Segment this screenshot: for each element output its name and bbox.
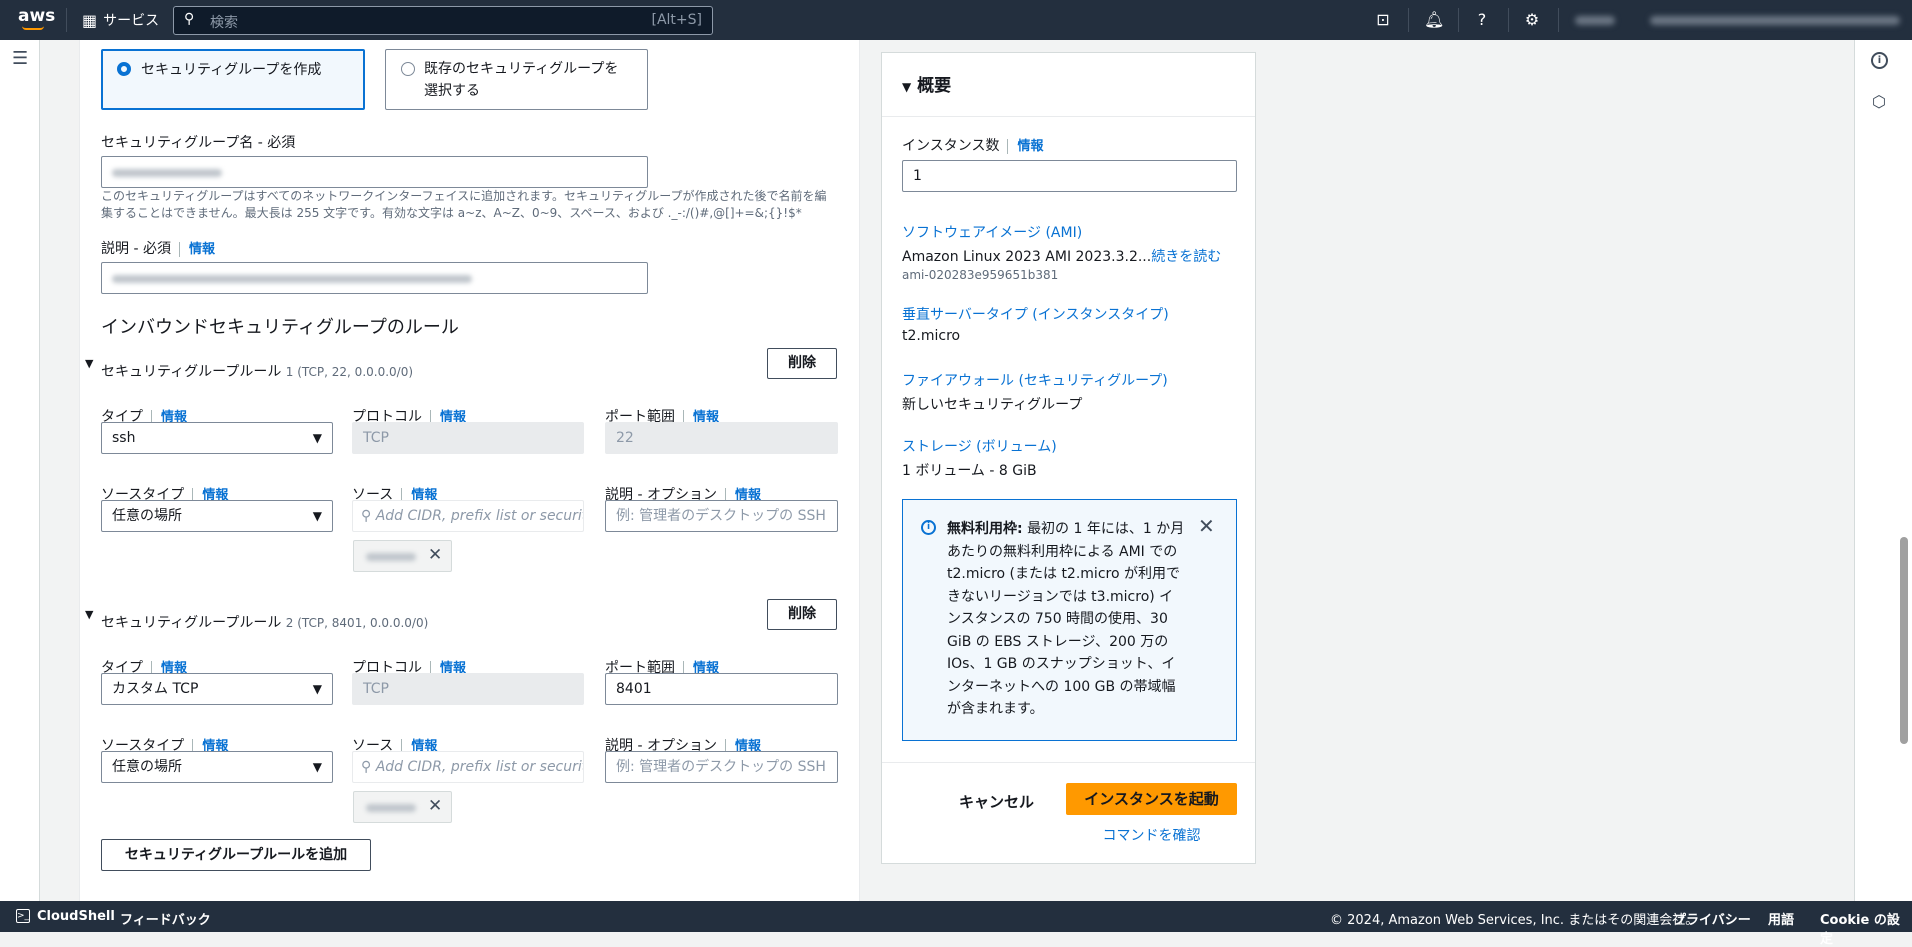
close-icon[interactable]: ✕	[1198, 514, 1215, 538]
search-shortcut: [Alt+S]	[651, 12, 703, 28]
add-rule-button[interactable]: セキュリティグループルールを追加	[101, 839, 371, 871]
right-tools-rail: i ⬡	[1854, 40, 1912, 901]
rule-description-input[interactable]: 例: 管理者のデスクトップの SSH	[605, 500, 838, 532]
ami-id: ami-020283e959651b381	[902, 268, 1059, 282]
source-input[interactable]: ⚲ Add CIDR, prefix list or security	[352, 751, 584, 783]
source-type-select[interactable]: 任意の場所 ▼	[101, 751, 333, 783]
cloudshell-link[interactable]: CloudShell	[37, 909, 115, 924]
summary-panel: ▼ 概要 インスタンス数 情報 1 ソフトウェアイメージ (AMI) Amazon…	[881, 52, 1256, 864]
settings-gear-icon[interactable]: ⚙	[1522, 10, 1542, 29]
port-range-input[interactable]: 8401	[605, 673, 838, 705]
rule-title: セキュリティグループルール	[101, 615, 282, 631]
read-more-link[interactable]: 続きを読む	[1151, 249, 1221, 265]
cancel-button[interactable]: キャンセル	[959, 791, 1034, 812]
instance-type-link[interactable]: 垂直サーバータイプ (インスタンスタイプ)	[902, 304, 1169, 324]
radio-label: セキュリティグループを作成	[141, 62, 322, 78]
info-link[interactable]: 情報	[1007, 139, 1044, 154]
cloudshell-icon[interactable]: ⊡	[1373, 10, 1393, 29]
info-link[interactable]: 情報	[178, 242, 215, 257]
delete-rule-button[interactable]: 削除	[767, 599, 837, 630]
delete-rule-button[interactable]: 削除	[767, 348, 837, 379]
launch-instance-button[interactable]: インスタンスを起動	[1066, 783, 1237, 815]
caret-down-icon: ▼	[312, 760, 322, 774]
source-input[interactable]: ⚲ Add CIDR, prefix list or security	[352, 500, 584, 532]
sg-name-input[interactable]	[101, 156, 648, 188]
firewall-link[interactable]: ファイアウォール (セキュリティグループ)	[902, 370, 1168, 390]
info-circle-icon: i	[921, 520, 936, 535]
search-icon: ⚲	[361, 759, 376, 775]
caret-down-icon: ▼	[312, 431, 322, 445]
rule-meta: 2 (TCP, 8401, 0.0.0.0/0)	[285, 616, 429, 630]
firewall-value: 新しいセキュリティグループ	[902, 397, 1083, 413]
info-panel-icon[interactable]: i	[1871, 52, 1888, 69]
search-icon: ⚲	[361, 508, 376, 524]
source-cidr-chip: ✕	[353, 540, 452, 572]
ami-link[interactable]: ソフトウェアイメージ (AMI)	[902, 222, 1082, 242]
remove-chip-icon[interactable]: ✕	[428, 796, 442, 816]
scrollbar-thumb[interactable]	[1900, 537, 1908, 744]
notifications-bell-icon[interactable]: 🔔︎	[1424, 10, 1444, 29]
search-icon: ⚲	[184, 11, 195, 27]
ami-value: Amazon Linux 2023 AMI 2023.3.2...続きを読む	[902, 249, 1222, 265]
cookie-settings-link[interactable]: Cookie の設定	[1820, 909, 1912, 947]
caret-down-icon: ▼	[85, 357, 94, 370]
radio-label: 選択する	[424, 83, 480, 99]
menu-hamburger-icon[interactable]: ☰	[12, 48, 28, 69]
cloudshell-icon: >_	[16, 909, 30, 923]
storage-link[interactable]: ストレージ (ボリューム)	[902, 436, 1057, 456]
protocol-input: TCP	[352, 673, 584, 705]
copyright: © 2024, Amazon Web Services, Inc. またはその関…	[1330, 913, 1699, 928]
source-cidr-chip: ✕	[353, 791, 452, 823]
review-commands-link[interactable]: コマンドを確認	[1066, 825, 1237, 845]
hexagon-icon[interactable]: ⬡	[1872, 92, 1886, 111]
radio-create-security-group[interactable]: セキュリティグループを作成	[101, 49, 365, 110]
services-label: サービス	[103, 13, 160, 29]
radio-selected-icon	[117, 62, 131, 76]
port-range-input: 22	[605, 422, 838, 454]
caret-down-icon: ▼	[902, 80, 912, 94]
free-tier-text: 無料利用枠: 最初の 1 年には、1 か月あたりの無料利用枠による AMI での…	[947, 521, 1185, 717]
free-tier-alert: i 無料利用枠: 最初の 1 年には、1 か月あたりの無料利用枠による AMI …	[902, 499, 1237, 741]
search-placeholder: 検索	[210, 15, 238, 31]
footer: >_ CloudShell フィードバック © 2024, Amazon Web…	[0, 901, 1912, 947]
remove-chip-icon[interactable]: ✕	[428, 545, 442, 565]
source-type-select[interactable]: 任意の場所 ▼	[101, 500, 333, 532]
rule-meta: 1 (TCP, 22, 0.0.0.0/0)	[285, 365, 414, 379]
instances-label: インスタンス数 情報	[902, 138, 1044, 154]
description-label: 説明 - 必須 情報	[101, 241, 215, 257]
radio-existing-security-group[interactable]: 既存のセキュリティグループを 選択する	[385, 49, 648, 110]
rule-description-input[interactable]: 例: 管理者のデスクトップの SSH	[605, 751, 838, 783]
sg-name-label: セキュリティグループ名 - 必須	[101, 135, 296, 151]
rule-title: セキュリティグループルール	[101, 364, 282, 380]
instance-type-value: t2.micro	[902, 328, 961, 344]
type-select[interactable]: カスタム TCP ▼	[101, 673, 333, 705]
help-icon[interactable]: ?	[1472, 10, 1492, 29]
storage-value: 1 ボリューム - 8 GiB	[902, 463, 1037, 479]
side-navigation: ☰	[0, 40, 40, 901]
grid-icon: ▦	[82, 10, 98, 30]
privacy-link[interactable]: プライバシー	[1673, 909, 1751, 928]
summary-header[interactable]: ▼ 概要	[902, 71, 951, 96]
inbound-rules-heading: インバウンドセキュリティグループのルール	[101, 317, 459, 338]
account-menu[interactable]	[1650, 16, 1900, 25]
terms-link[interactable]: 用語	[1768, 909, 1794, 928]
top-navigation: aws ▦ サービス ⚲ 検索 [Alt+S] ⊡ 🔔︎ ? ⚙	[0, 0, 1912, 40]
region-menu[interactable]	[1575, 16, 1615, 25]
network-settings-panel: セキュリティグループを作成 既存のセキュリティグループを 選択する セキュリティ…	[79, 40, 860, 901]
aws-logo[interactable]: aws	[18, 6, 55, 26]
sg-name-help: このセキュリティグループはすべてのネットワークインターフェイスに追加されます。セ…	[101, 189, 827, 220]
type-select[interactable]: ssh ▼	[101, 422, 333, 454]
caret-down-icon: ▼	[312, 682, 322, 696]
caret-down-icon: ▼	[312, 509, 322, 523]
aws-smile-icon	[22, 26, 44, 30]
description-input[interactable]	[101, 262, 648, 294]
radio-label: 既存のセキュリティグループを	[424, 61, 619, 77]
search-input[interactable]: ⚲ 検索 [Alt+S]	[173, 6, 713, 35]
protocol-input: TCP	[352, 422, 584, 454]
feedback-link[interactable]: フィードバック	[120, 909, 211, 928]
instances-input[interactable]: 1	[902, 160, 1237, 192]
services-menu[interactable]: ▦ サービス	[82, 10, 159, 30]
caret-down-icon: ▼	[85, 608, 94, 621]
radio-unselected-icon	[401, 62, 415, 76]
